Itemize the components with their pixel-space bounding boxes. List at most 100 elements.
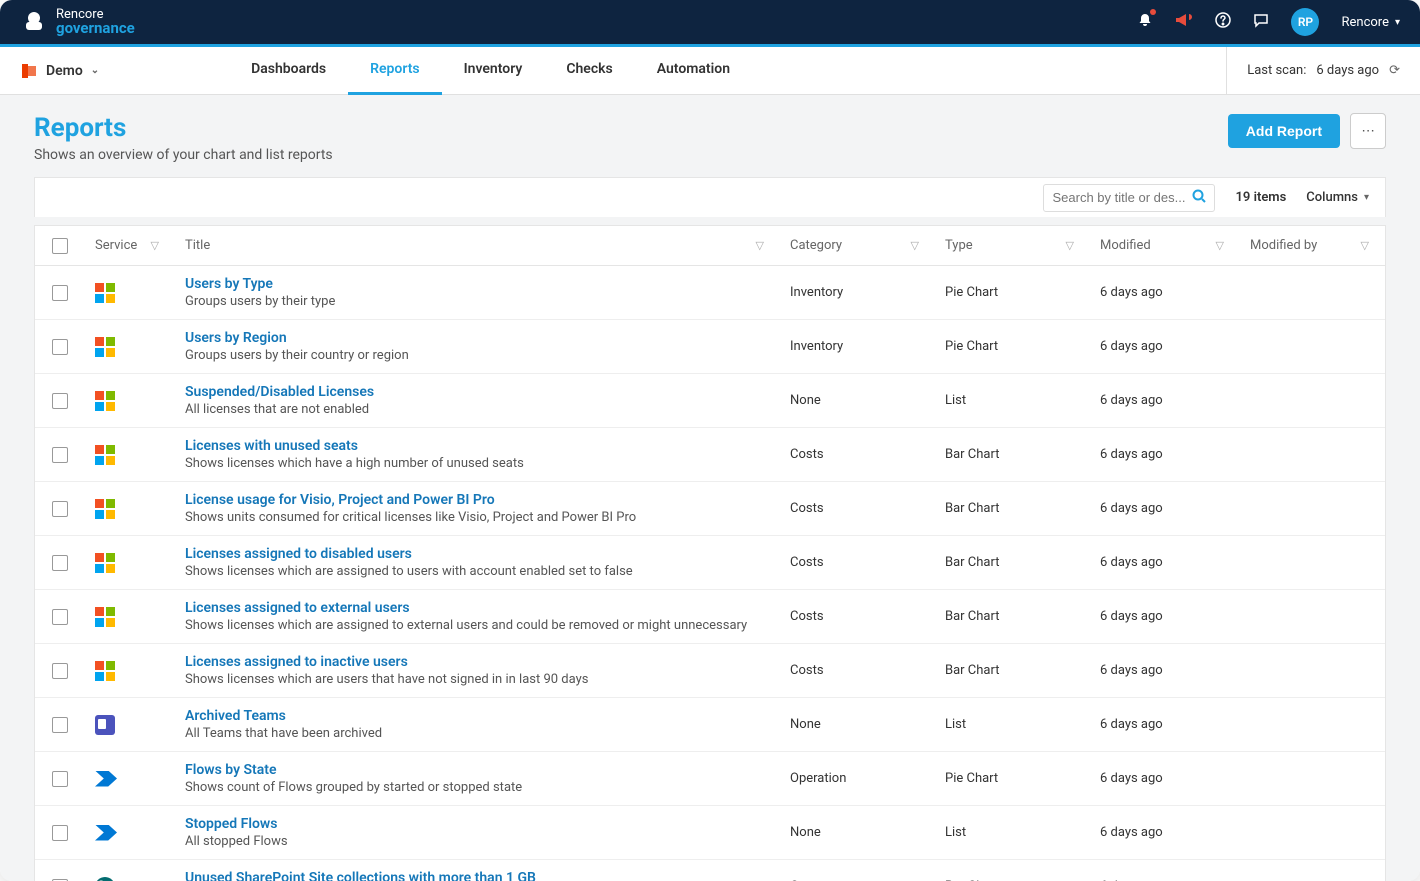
row-checkbox[interactable] (52, 501, 68, 517)
chevron-down-icon: ▾ (1364, 192, 1369, 203)
col-type-header[interactable]: Type (945, 238, 973, 253)
cell-type: Pie Chart (945, 339, 998, 354)
table-row: Flows by StateShows count of Flows group… (35, 752, 1385, 806)
page-header: Reports Shows an overview of your chart … (0, 95, 1420, 177)
select-all-checkbox[interactable] (52, 238, 68, 254)
col-category-header[interactable]: Category (790, 238, 842, 253)
topbar: Rencore governance RP Rencore ▾ (0, 0, 1420, 44)
cell-type: List (945, 393, 966, 408)
cell-modified: 6 days ago (1100, 717, 1163, 732)
megaphone-icon[interactable] (1175, 12, 1193, 32)
report-title-link[interactable]: Licenses with unused seats (185, 438, 770, 454)
help-icon[interactable] (1215, 12, 1231, 32)
row-checkbox[interactable] (52, 285, 68, 301)
cell-type: Bar Chart (945, 555, 999, 570)
row-checkbox[interactable] (52, 771, 68, 787)
notification-dot (1150, 9, 1156, 15)
item-count: 19 items (1235, 190, 1286, 205)
row-checkbox[interactable] (52, 339, 68, 355)
row-checkbox[interactable] (52, 555, 68, 571)
report-title-link[interactable]: Suspended/Disabled Licenses (185, 384, 770, 400)
filter-icon[interactable]: ▽ (1216, 239, 1230, 252)
chevron-down-icon: ▾ (1395, 17, 1400, 28)
nav-tab-dashboards[interactable]: Dashboards (229, 47, 348, 95)
workspace-selector[interactable]: Demo ⌄ (20, 62, 129, 80)
report-title-link[interactable]: Licenses assigned to inactive users (185, 654, 770, 670)
report-title-link[interactable]: Licenses assigned to disabled users (185, 546, 770, 562)
search-icon[interactable] (1192, 189, 1206, 207)
search-input[interactable] (1052, 190, 1192, 205)
report-title-link[interactable]: Unused SharePoint Site collections with … (185, 870, 770, 881)
cell-type: Bar Chart (945, 447, 999, 462)
table-row: Licenses with unused seatsShows licenses… (35, 428, 1385, 482)
nav-tab-checks[interactable]: Checks (544, 47, 634, 95)
col-title-header[interactable]: Title (185, 238, 210, 253)
filter-icon[interactable]: ▽ (1361, 239, 1375, 252)
row-checkbox[interactable] (52, 717, 68, 733)
nav-tab-automation[interactable]: Automation (635, 47, 752, 95)
filter-icon[interactable]: ▽ (151, 239, 165, 252)
cell-type: Bar Chart (945, 501, 999, 516)
cell-modified: 6 days ago (1100, 447, 1163, 462)
chevron-down-icon: ⌄ (91, 65, 99, 76)
columns-label: Columns (1306, 190, 1358, 205)
col-service-header[interactable]: Service (95, 238, 137, 253)
filter-icon[interactable]: ▽ (1066, 239, 1080, 252)
cell-modified: 6 days ago (1100, 771, 1163, 786)
chat-icon[interactable] (1253, 12, 1269, 32)
report-title-link[interactable]: Licenses assigned to external users (185, 600, 770, 616)
report-title-link[interactable]: Archived Teams (185, 708, 770, 724)
table-body: Users by TypeGroups users by their typeI… (35, 266, 1385, 881)
report-description: Shows licenses which are assigned to use… (185, 564, 770, 579)
row-checkbox[interactable] (52, 825, 68, 841)
filter-icon[interactable]: ▽ (756, 239, 770, 252)
nav-tab-reports[interactable]: Reports (348, 47, 442, 95)
report-description: All licenses that are not enabled (185, 402, 770, 417)
row-checkbox[interactable] (52, 393, 68, 409)
table-row: Licenses assigned to inactive users Shows… (35, 644, 1385, 698)
flow-service-icon (95, 771, 117, 787)
bell-icon[interactable] (1137, 12, 1153, 32)
page-title: Reports (34, 113, 333, 143)
cell-category: Costs (790, 663, 824, 678)
brand-logo[interactable]: Rencore governance (20, 8, 135, 36)
ms-service-icon (95, 553, 115, 573)
refresh-icon[interactable]: ⟳ (1389, 63, 1400, 78)
logo-text: Rencore governance (56, 8, 135, 36)
cell-category: Costs (790, 501, 824, 516)
more-actions-button[interactable]: ⋯ (1350, 113, 1386, 149)
nav-tab-inventory[interactable]: Inventory (442, 47, 545, 95)
report-title-link[interactable]: License usage for Visio, Project and Pow… (185, 492, 770, 508)
user-avatar[interactable]: RP (1291, 8, 1319, 36)
col-modifiedby-header[interactable]: Modified by (1250, 238, 1317, 253)
ms-service-icon (95, 391, 115, 411)
table-toolbar: 19 items Columns ▾ (34, 177, 1386, 217)
report-description: Shows units consumed for critical licens… (185, 510, 770, 525)
cell-category: None (790, 825, 821, 840)
user-menu[interactable]: Rencore ▾ (1341, 15, 1400, 30)
last-scan: Last scan: 6 days ago ⟳ (1226, 47, 1400, 94)
report-title-link[interactable]: Flows by State (185, 762, 770, 778)
report-description: All stopped Flows (185, 834, 770, 849)
report-description: Shows licenses which are users that have… (185, 672, 770, 687)
ms-service-icon (95, 445, 115, 465)
filter-icon[interactable]: ▽ (911, 239, 925, 252)
row-checkbox[interactable] (52, 447, 68, 463)
report-title-link[interactable]: Users by Type (185, 276, 770, 292)
columns-button[interactable]: Columns ▾ (1306, 190, 1369, 205)
cell-type: Pie Chart (945, 771, 998, 786)
cell-type: Bar Chart (945, 609, 999, 624)
report-title-link[interactable]: Users by Region (185, 330, 770, 346)
row-checkbox[interactable] (52, 609, 68, 625)
table-row: Suspended/Disabled Licenses All licenses … (35, 374, 1385, 428)
col-modified-header[interactable]: Modified (1100, 238, 1151, 253)
report-description: Groups users by their country or region (185, 348, 770, 363)
table-row: Users by Region Groups users by their cou… (35, 320, 1385, 374)
report-title-link[interactable]: Stopped Flows (185, 816, 770, 832)
row-checkbox[interactable] (52, 663, 68, 679)
cell-category: None (790, 717, 821, 732)
report-description: Shows licenses which are assigned to ext… (185, 618, 770, 633)
add-report-button[interactable]: Add Report (1228, 114, 1340, 148)
cell-category: Costs (790, 609, 824, 624)
table-row: Archived TeamsAll Teams that have been a… (35, 698, 1385, 752)
